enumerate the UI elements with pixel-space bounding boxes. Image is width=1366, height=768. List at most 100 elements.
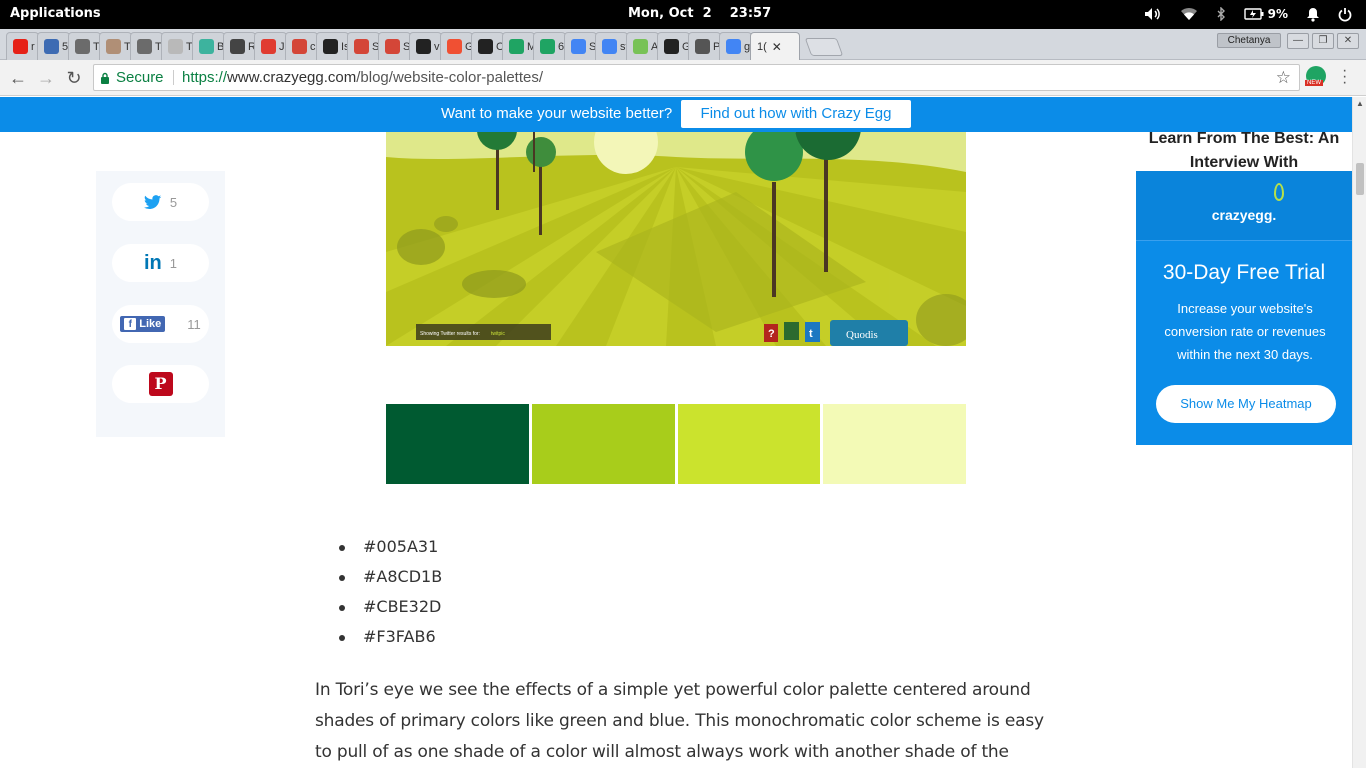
promo-text: Want to make your website better? <box>441 105 673 122</box>
browser-tab[interactable]: Ja <box>254 32 287 60</box>
color-code-item: #CBE32D <box>339 597 442 627</box>
maximize-button[interactable]: ❐ <box>1312 33 1334 49</box>
twitter-icon <box>143 194 162 209</box>
extension-new-badge: NEW <box>1305 80 1323 86</box>
linkedin-icon: in <box>143 251 162 274</box>
w-icon <box>199 39 214 54</box>
color-code-item: #A8CD1B <box>339 567 442 597</box>
back-button[interactable]: ← <box>8 68 28 88</box>
svg-text:?: ? <box>768 328 775 340</box>
scroll-thumb[interactable] <box>1356 163 1364 195</box>
browser-tab[interactable]: T <box>68 32 101 60</box>
promo-bar: Want to make your website better? Find o… <box>0 97 1352 132</box>
facebook-like-count: 11 <box>187 316 201 332</box>
address-bar[interactable]: Secure https://www.crazyegg.com/blog/web… <box>93 64 1300 91</box>
browser-tab[interactable]: Is <box>316 32 349 60</box>
notification-bell-icon[interactable] <box>1306 7 1320 22</box>
browser-tab[interactable]: g <box>719 32 752 60</box>
show-heatmap-button[interactable]: Show Me My Heatmap <box>1156 385 1336 423</box>
linkedin-share-button[interactable]: in 1 <box>112 244 209 282</box>
web-page: 5 in 1 f Like 11 P Showing Twitter resul… <box>0 97 1352 768</box>
minimize-button[interactable]: — <box>1287 33 1309 49</box>
forward-button[interactable]: → <box>36 68 56 88</box>
page-scrollbar[interactable]: ▲ <box>1352 97 1366 768</box>
browser-tab[interactable]: A <box>626 32 659 60</box>
browser-tab[interactable]: vi <box>409 32 442 60</box>
close-window-button[interactable]: ✕ <box>1337 33 1359 49</box>
browser-tab[interactable]: r <box>6 32 39 60</box>
bookmark-star-icon[interactable]: ☆ <box>1276 65 1291 90</box>
b-icon <box>137 39 152 54</box>
facebook-like-button[interactable]: f Like 11 <box>112 305 209 343</box>
github-icon <box>416 39 431 54</box>
profile-button[interactable]: Chetanya <box>1217 33 1281 48</box>
related-post-title[interactable]: Learn From The Best: An Interview With <box>1136 127 1352 175</box>
clock[interactable]: Mon, Oct 2 23:57 <box>628 6 771 21</box>
github-icon <box>664 39 679 54</box>
browser-tab[interactable]: M <box>502 32 535 60</box>
android-icon <box>633 39 648 54</box>
active-browser-tab[interactable]: 1(✕ <box>750 32 800 60</box>
wifi-icon[interactable] <box>1180 7 1198 21</box>
bluetooth-icon[interactable] <box>1216 7 1226 21</box>
pinterest-share-button[interactable]: P <box>112 365 209 403</box>
browser-toolbar: ← → ↻ Secure https://www.crazyegg.com/bl… <box>0 60 1366 96</box>
tab-label: r <box>31 40 35 53</box>
applications-menu[interactable]: Applications <box>10 6 101 21</box>
omnibox-divider <box>173 70 174 85</box>
window-controls: — ❐ ✕ <box>1287 33 1359 49</box>
browser-tab[interactable]: T <box>99 32 132 60</box>
new-tab-button[interactable] <box>804 38 844 56</box>
crazyegg-logo-icon <box>1274 183 1284 201</box>
hero-brand: Quodis <box>846 329 878 341</box>
browser-tab[interactable]: R <box>223 32 256 60</box>
tab-strip: r5TTTTBRJaclIsSSviGCM6SstAGPg1(✕ Chetany… <box>0 29 1366 60</box>
browser-tab[interactable]: P <box>688 32 721 60</box>
twitter-share-button[interactable]: 5 <box>112 183 209 221</box>
article-paragraph: In Tori’s eye we see the effects of a si… <box>315 680 1044 762</box>
git-icon <box>447 39 462 54</box>
volume-icon[interactable] <box>1144 7 1162 21</box>
url-text[interactable]: https://www.crazyegg.com/blog/website-co… <box>182 65 543 90</box>
browser-tab[interactable]: C <box>471 32 504 60</box>
browser-tab[interactable]: S <box>378 32 411 60</box>
battery-icon <box>1243 8 1264 20</box>
browser-tab[interactable]: st <box>595 32 628 60</box>
docs-icon <box>602 39 617 54</box>
promo-cta-button[interactable]: Find out how with Crazy Egg <box>681 100 911 128</box>
share-sidebar: 5 in 1 f Like 11 P <box>96 171 225 437</box>
k-icon <box>168 39 183 54</box>
color-code-item: #F3FAB6 <box>339 627 442 657</box>
browser-tab[interactable]: G <box>657 32 690 60</box>
power-icon[interactable] <box>1338 7 1352 22</box>
drive-icon <box>509 39 524 54</box>
record-icon <box>261 39 276 54</box>
close-tab-icon[interactable]: ✕ <box>772 40 782 54</box>
color-swatch <box>386 404 529 484</box>
facebook-like-badge: f Like <box>120 316 166 332</box>
scroll-up-arrow-icon[interactable]: ▲ <box>1356 99 1364 108</box>
browser-tab[interactable]: T <box>130 32 163 60</box>
browser-tab[interactable]: B <box>192 32 225 60</box>
browser-tab[interactable]: S <box>564 32 597 60</box>
crazyegg-ad: crazyegg. 30-Day Free Trial Increase you… <box>1136 171 1352 445</box>
tab-list: r5TTTTBRJaclIsSSviGCM6SstAGPg1(✕ <box>6 32 844 60</box>
docs-icon <box>571 39 586 54</box>
browser-tab[interactable]: 6 <box>533 32 566 60</box>
secure-label: Secure <box>116 69 164 86</box>
reload-button[interactable]: ↻ <box>64 68 84 88</box>
ad-description: Increase your website's conversion rate … <box>1164 301 1326 362</box>
browser-tab[interactable]: T <box>161 32 194 60</box>
wikipedia-icon <box>695 39 710 54</box>
browser-tab[interactable]: G <box>440 32 473 60</box>
browser-tab[interactable]: cl <box>285 32 318 60</box>
color-palette <box>386 404 966 484</box>
facebook-like-label: Like <box>139 318 162 330</box>
battery-indicator[interactable]: 9% <box>1243 7 1288 21</box>
secure-indicator[interactable]: Secure <box>100 65 164 90</box>
browser-tab[interactable]: S <box>347 32 380 60</box>
browser-menu-icon[interactable]: · · · <box>1342 63 1347 91</box>
url-path: /blog/website-color-palettes/ <box>356 69 544 86</box>
color-code-item: #005A31 <box>339 537 442 567</box>
browser-tab[interactable]: 5 <box>37 32 70 60</box>
